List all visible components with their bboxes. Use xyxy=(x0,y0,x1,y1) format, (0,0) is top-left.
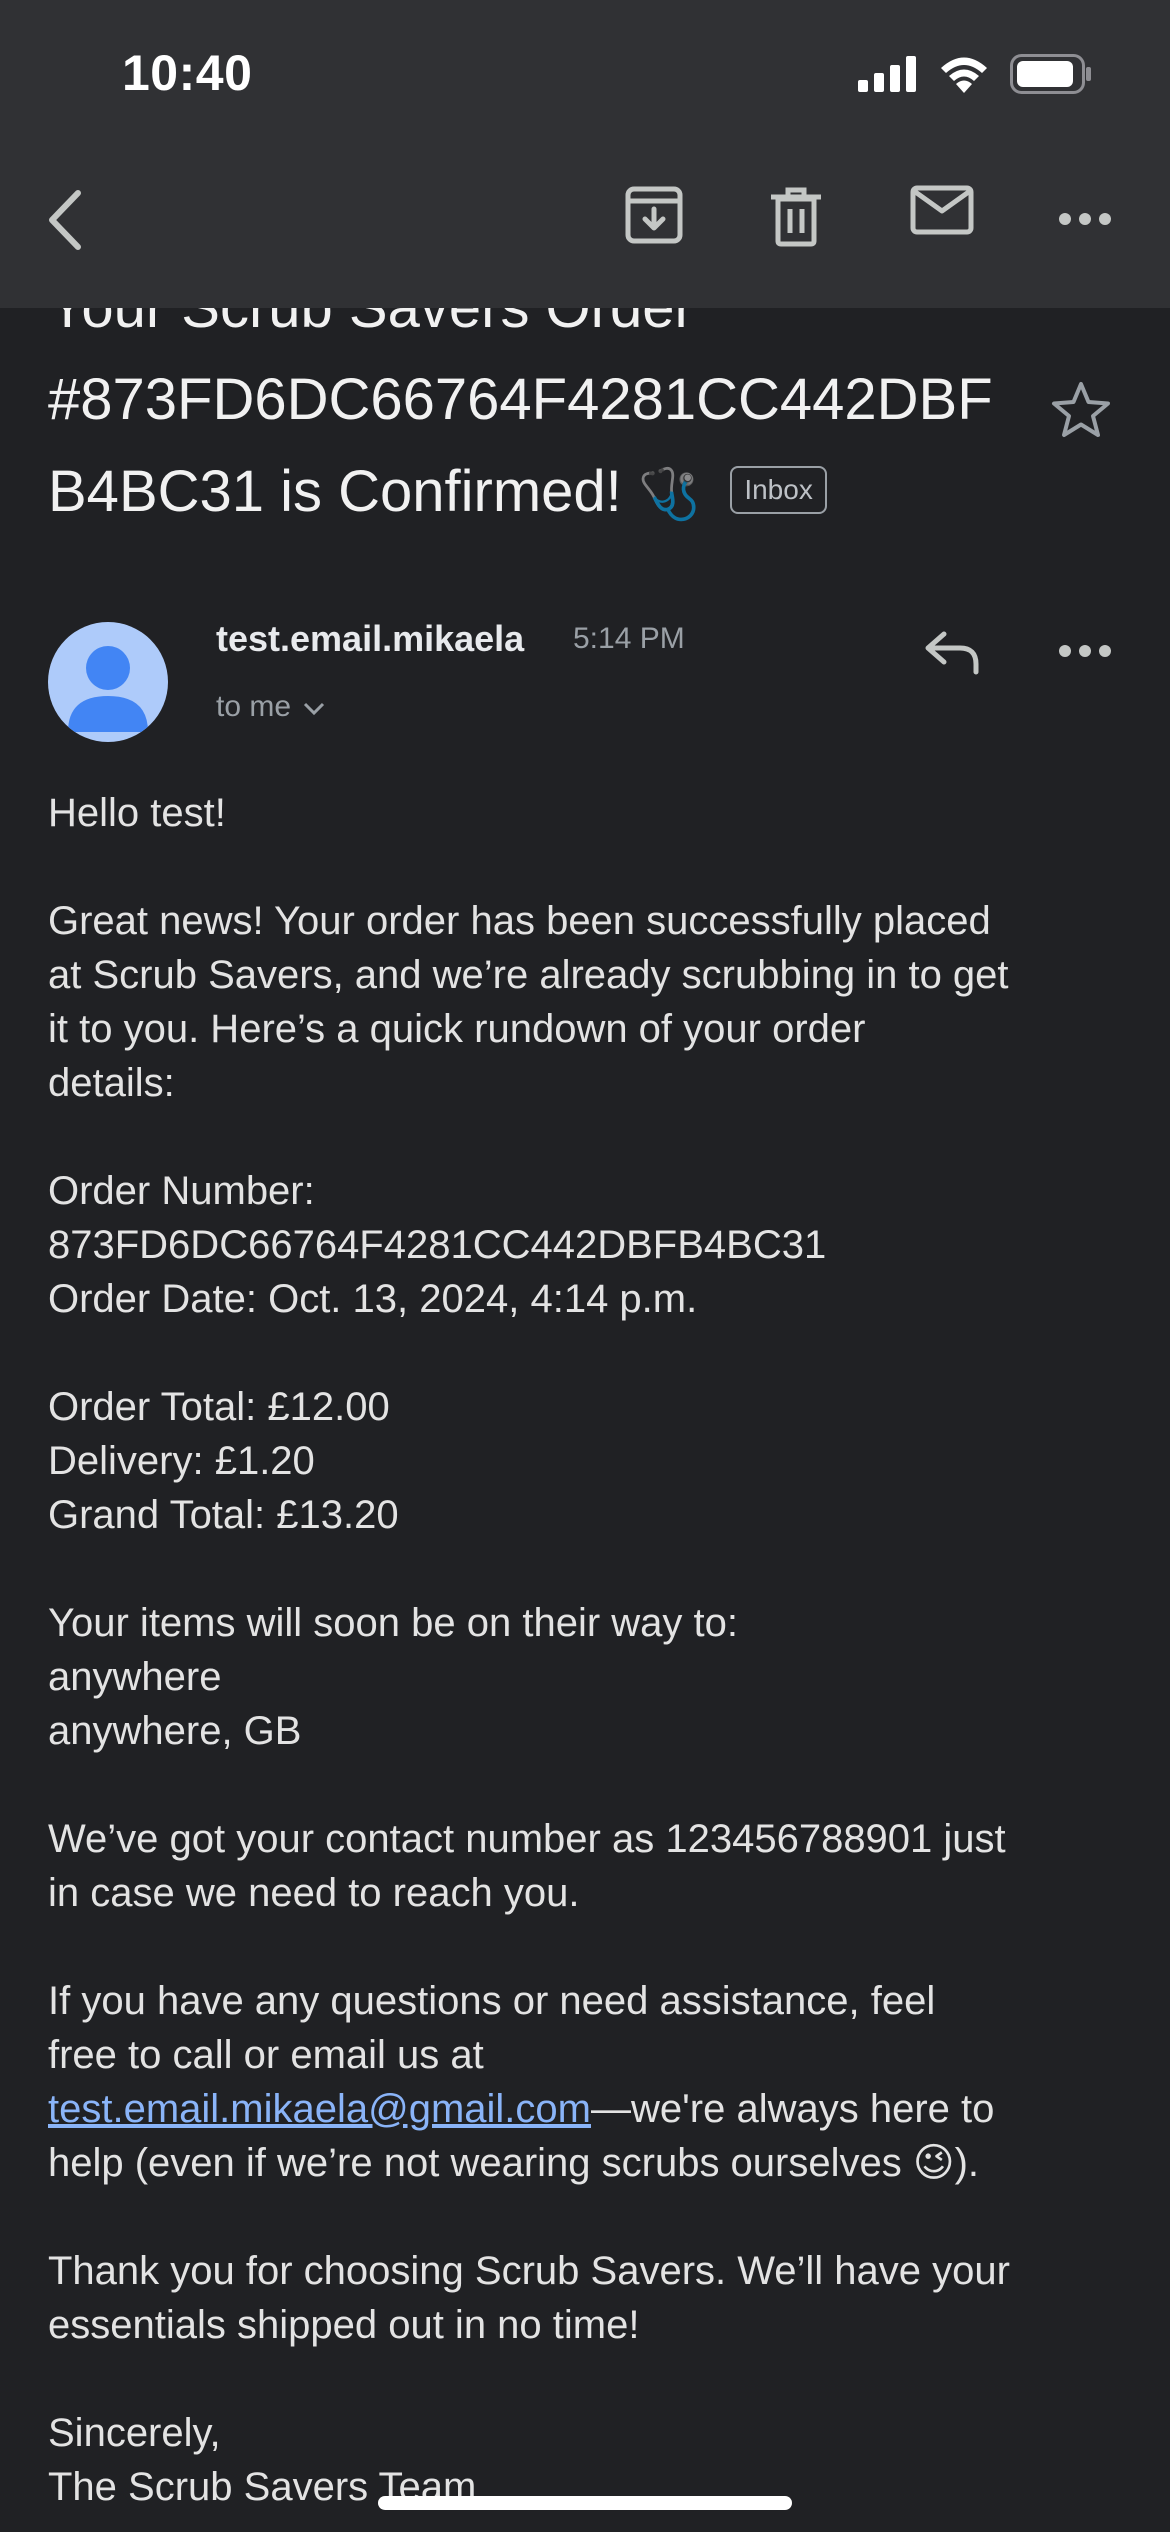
intro-line: it to you. Here’s a quick rundown of you… xyxy=(48,1007,866,1051)
thanks-line: essentials shipped out in no time! xyxy=(48,2303,640,2347)
help-paragraph: If you have any questions or need assist… xyxy=(48,1974,1128,2190)
reply-icon xyxy=(922,631,982,680)
totals-paragraph: Order Total: £12.00 Delivery: £1.20 Gran… xyxy=(48,1380,1128,1542)
order-number-label: Order Number: xyxy=(48,1169,315,1213)
help-line: help (even if we’re not wearing scrubs o… xyxy=(48,2141,979,2185)
grand-total: Grand Total: £13.20 xyxy=(48,1493,399,1537)
reply-button[interactable] xyxy=(922,628,982,681)
delete-button[interactable] xyxy=(768,185,824,252)
wifi-icon xyxy=(938,55,990,98)
mark-unread-button[interactable] xyxy=(910,185,974,240)
help-line: If you have any questions or need assist… xyxy=(48,1979,936,2023)
help-line: free to call or email us at xyxy=(48,2033,484,2077)
person-icon xyxy=(48,646,168,742)
signoff-line: Sincerely, xyxy=(48,2411,221,2455)
greeting-paragraph: Hello test! xyxy=(48,786,1128,840)
archive-icon xyxy=(624,185,684,250)
back-button[interactable] xyxy=(40,185,92,260)
thanks-line: Thank you for choosing Scrub Savers. We’… xyxy=(48,2249,1010,2293)
contact-line: We’ve got your contact number as 1234567… xyxy=(48,1817,1006,1861)
shipping-address-line: anywhere, GB xyxy=(48,1709,302,1753)
order-total: Order Total: £12.00 xyxy=(48,1385,390,1429)
sender-avatar[interactable] xyxy=(48,622,168,742)
more-options-button[interactable] xyxy=(1058,212,1112,231)
shipping-intro: Your items will soon be on their way to: xyxy=(48,1601,738,1645)
recipient-details-toggle[interactable]: to me xyxy=(216,690,325,724)
more-horizontal-icon xyxy=(1058,645,1112,662)
battery-icon xyxy=(1010,54,1092,99)
chevron-left-icon xyxy=(40,185,92,260)
shipping-address-line: anywhere xyxy=(48,1655,222,1699)
star-button[interactable] xyxy=(1050,380,1112,445)
stethoscope-emoji: 🩺 xyxy=(637,466,701,522)
cellular-signal-icon xyxy=(858,56,918,97)
recipient-label: to me xyxy=(216,690,292,723)
delivery-cost: Delivery: £1.20 xyxy=(48,1439,315,1483)
top-bar: 10:40 xyxy=(0,0,1170,308)
order-date: Order Date: Oct. 13, 2024, 4:14 p.m. xyxy=(48,1277,698,1321)
trash-icon xyxy=(768,185,824,252)
contact-line: in case we need to reach you. xyxy=(48,1871,580,1915)
subject-line-3: B4BC31 is Confirmed! xyxy=(48,459,622,524)
order-number-value: 873FD6DC66764F4281CC442DBFB4BC31 xyxy=(48,1223,827,1267)
help-line: —we're always here to xyxy=(591,2087,995,2131)
shipping-paragraph: Your items will soon be on their way to:… xyxy=(48,1596,1128,1758)
greeting: Hello test! xyxy=(48,791,226,835)
status-icons xyxy=(858,54,1092,99)
star-icon xyxy=(1050,382,1112,444)
message-more-button[interactable] xyxy=(1058,644,1112,663)
support-email-link[interactable]: test.email.mikaela@gmail.com xyxy=(48,2087,591,2131)
inbox-label-chip[interactable]: Inbox xyxy=(730,465,827,514)
order-details-paragraph: Order Number: 873FD6DC66764F4281CC442DBF… xyxy=(48,1164,1128,1326)
chevron-down-icon xyxy=(303,690,325,724)
sent-time: 5:14 PM xyxy=(573,622,685,655)
mail-icon xyxy=(910,185,974,240)
intro-line: at Scrub Savers, and we’re already scrub… xyxy=(48,953,1009,997)
thanks-paragraph: Thank you for choosing Scrub Savers. We’… xyxy=(48,2244,1128,2352)
status-time: 10:40 xyxy=(122,45,253,101)
email-body: Hello test! Great news! Your order has b… xyxy=(48,786,1128,2532)
contact-paragraph: We’ve got your contact number as 1234567… xyxy=(48,1812,1128,1920)
sender-name: test.email.mikaela xyxy=(216,618,525,659)
email-screen: 10:40 #873FD6DC66764F4281CC442DBF B4BC31… xyxy=(0,0,1170,2532)
intro-paragraph: Great news! Your order has been successf… xyxy=(48,894,1128,1110)
home-indicator[interactable] xyxy=(378,2496,792,2510)
archive-button[interactable] xyxy=(624,185,684,250)
intro-line: Great news! Your order has been successf… xyxy=(48,899,991,943)
subject-line-2: #873FD6DC66764F4281CC442DBF xyxy=(48,367,993,432)
more-horizontal-icon xyxy=(1058,212,1112,231)
intro-line: details: xyxy=(48,1061,175,1105)
